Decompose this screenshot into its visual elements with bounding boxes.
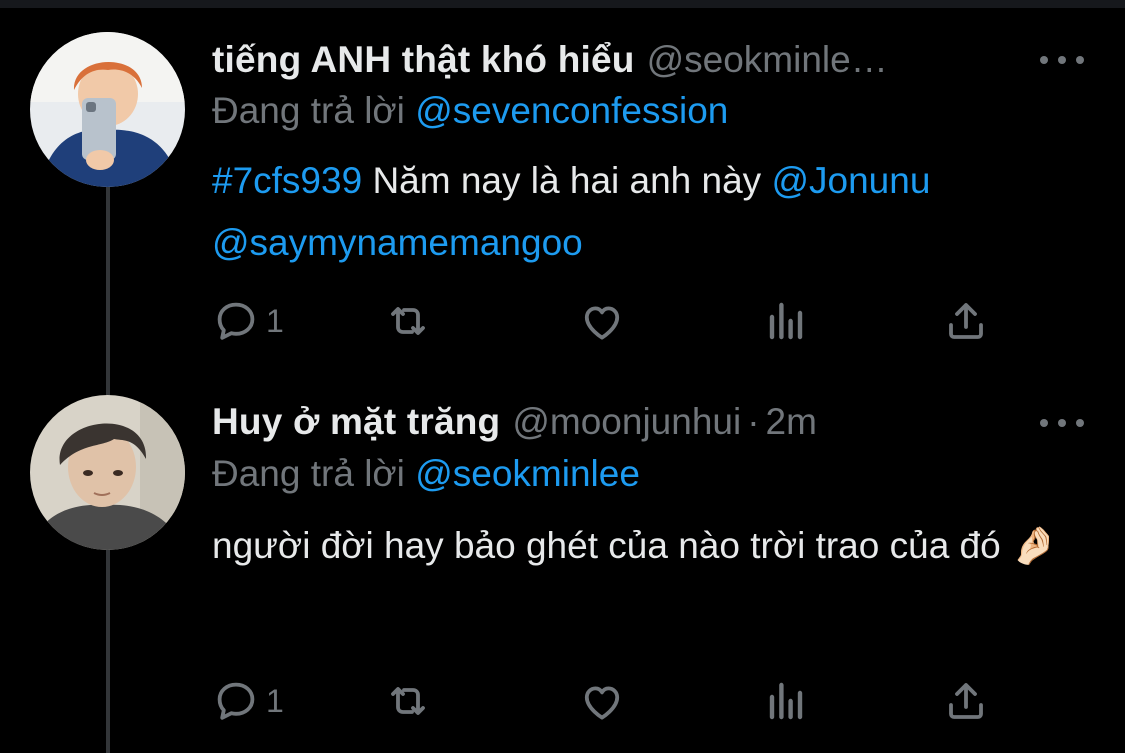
reply-count: 1 [266,302,284,339]
views-icon [769,682,803,720]
display-name[interactable]: tiếng ANH thật khó hiểu [212,39,635,80]
display-name[interactable]: Huy ở mặt trăng [212,401,500,442]
timestamp[interactable]: 2m [766,401,817,442]
replying-to-line: Đang trả lời @seokminlee [212,450,640,498]
share-icon [949,683,983,719]
avatar[interactable] [30,32,185,187]
like-button[interactable] [578,296,626,346]
share-button[interactable] [942,296,990,346]
reply-icon [217,302,255,340]
like-icon [584,686,620,720]
views-icon [769,302,803,340]
top-divider [0,0,1125,8]
reply-count: 1 [266,682,284,719]
replying-to-mention[interactable]: @seokminlee [415,453,640,494]
reply-button[interactable]: 1 [212,296,284,346]
share-icon [949,303,983,339]
retweet-icon [391,307,425,335]
tweet-text-content: người đời hay bảo ghét của nào trời trao… [212,525,1001,566]
hashtag-link[interactable]: #7cfs939 [212,160,362,201]
pinched-fingers-emoji: 🤌🏻 [1011,524,1058,567]
retweet-button[interactable] [384,296,432,346]
action-bar: 1 [212,296,1012,346]
like-icon [584,306,620,340]
tweet-header: Huy ở mặt trăng @moonjunhui · 2m [212,398,817,446]
replying-to-line: Đang trả lời @sevenconfession [212,87,728,135]
views-button[interactable] [762,296,810,346]
retweet-button[interactable] [384,676,432,726]
separator-dot: · [747,401,760,442]
avatar[interactable] [30,395,185,550]
reply-button[interactable]: 1 [212,676,284,726]
share-button[interactable] [942,676,990,726]
replying-label: Đang trả lời [212,90,405,131]
retweet-icon [391,687,425,715]
replying-label: Đang trả lời [212,453,405,494]
mention-link[interactable]: @saymynamemangoo [212,222,583,263]
replying-to-mention[interactable]: @sevenconfession [415,90,728,131]
mention-link[interactable]: @Jonunu [771,160,930,201]
tweet-text: người đời hay bảo ghét của nào trời trao… [212,515,1092,577]
tweet-text-content: Năm nay là hai anh này [362,160,772,201]
like-button[interactable] [578,676,626,726]
tweet-header: tiếng ANH thật khó hiểu @seokminle… [212,36,888,84]
action-bar: 1 [212,676,1012,726]
tweet-text: #7cfs939 Năm nay là hai anh này @Jonunu … [212,150,1092,274]
more-icon[interactable] [1040,48,1084,72]
more-icon[interactable] [1040,411,1084,435]
user-handle[interactable]: @seokminle… [647,39,888,80]
views-button[interactable] [762,676,810,726]
reply-icon [217,682,255,720]
user-handle[interactable]: @moonjunhui [512,401,741,442]
